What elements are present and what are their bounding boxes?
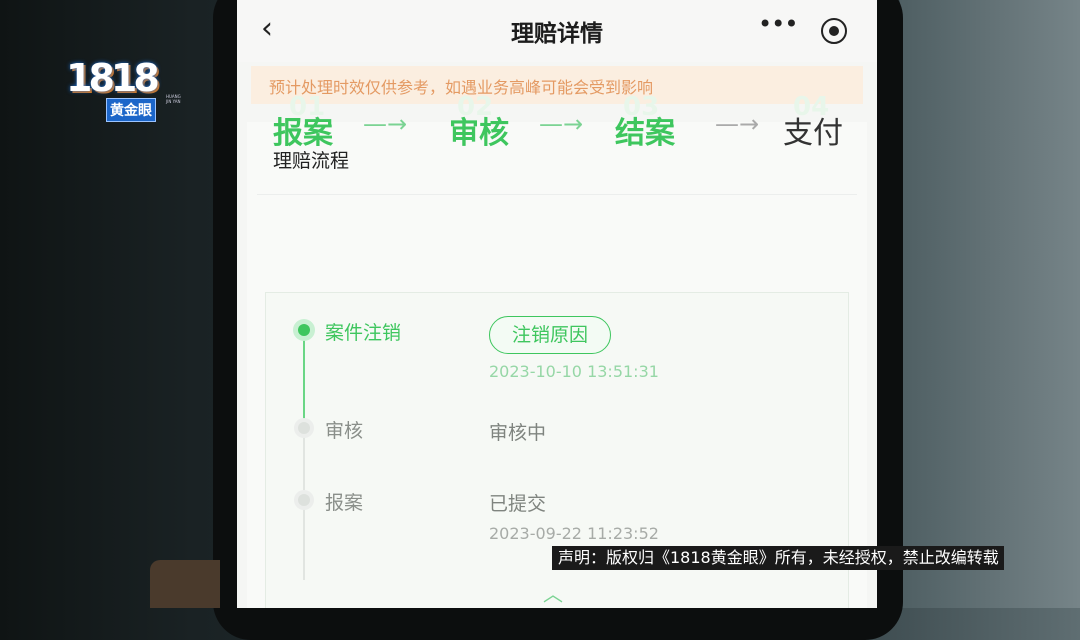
background-right bbox=[900, 0, 1080, 608]
copyright-disclaimer: 声明：版权归《1818黄金眼》所有，未经授权，禁止改编转载 bbox=[552, 546, 1004, 570]
step-zhifu: 支付 bbox=[783, 116, 843, 151]
logo-sub: HUANG JIN YAN bbox=[166, 94, 181, 104]
step-arrow: —→ bbox=[363, 110, 408, 138]
timeline-label-report: 报案 bbox=[325, 492, 364, 514]
logo-number: 1818 bbox=[66, 56, 160, 100]
step-arrow: —→ bbox=[715, 110, 760, 138]
timeline-dot-active bbox=[298, 324, 310, 336]
step-arrow: —→ bbox=[539, 110, 584, 138]
timeline-status: 审核中 bbox=[489, 422, 547, 444]
divider bbox=[257, 194, 857, 195]
timeline-time: 2023-10-10 13:51:31 bbox=[489, 362, 659, 381]
step-shenhe: 审核 bbox=[449, 116, 509, 151]
timeline-label-cancel: 案件注销 bbox=[325, 322, 402, 344]
phone-screen: ‹ 理赔详情 ••• 预计处理时效仅供参考，如遇业务高峰可能会受到影响 理赔流程… bbox=[237, 0, 877, 608]
finger bbox=[150, 560, 220, 608]
tv-logo: 1818 黄金眼 HUANG JIN YAN bbox=[66, 56, 181, 124]
timeline-dot bbox=[298, 494, 310, 506]
timeline-status: 已提交 bbox=[489, 493, 547, 515]
timeline-line-active bbox=[303, 330, 305, 426]
notice-banner: 预计处理时效仅供参考，如遇业务高峰可能会受到影响 bbox=[251, 66, 863, 104]
logo-text: 黄金眼 bbox=[106, 98, 156, 122]
chevron-up-icon[interactable]: ︿ bbox=[543, 578, 563, 607]
step-jiean: 结案 bbox=[615, 116, 675, 151]
more-dots-icon[interactable]: ••• bbox=[758, 10, 798, 38]
timeline-time: 2023-09-22 11:23:52 bbox=[489, 524, 659, 543]
nav-bar: ‹ 理赔详情 ••• bbox=[237, 0, 877, 62]
timeline-label-review: 审核 bbox=[325, 420, 364, 442]
timeline-dot bbox=[298, 422, 310, 434]
cancel-reason-button[interactable]: 注销原因 bbox=[489, 316, 611, 354]
target-icon[interactable] bbox=[821, 18, 847, 44]
step-baoan: 报案 bbox=[273, 116, 333, 151]
